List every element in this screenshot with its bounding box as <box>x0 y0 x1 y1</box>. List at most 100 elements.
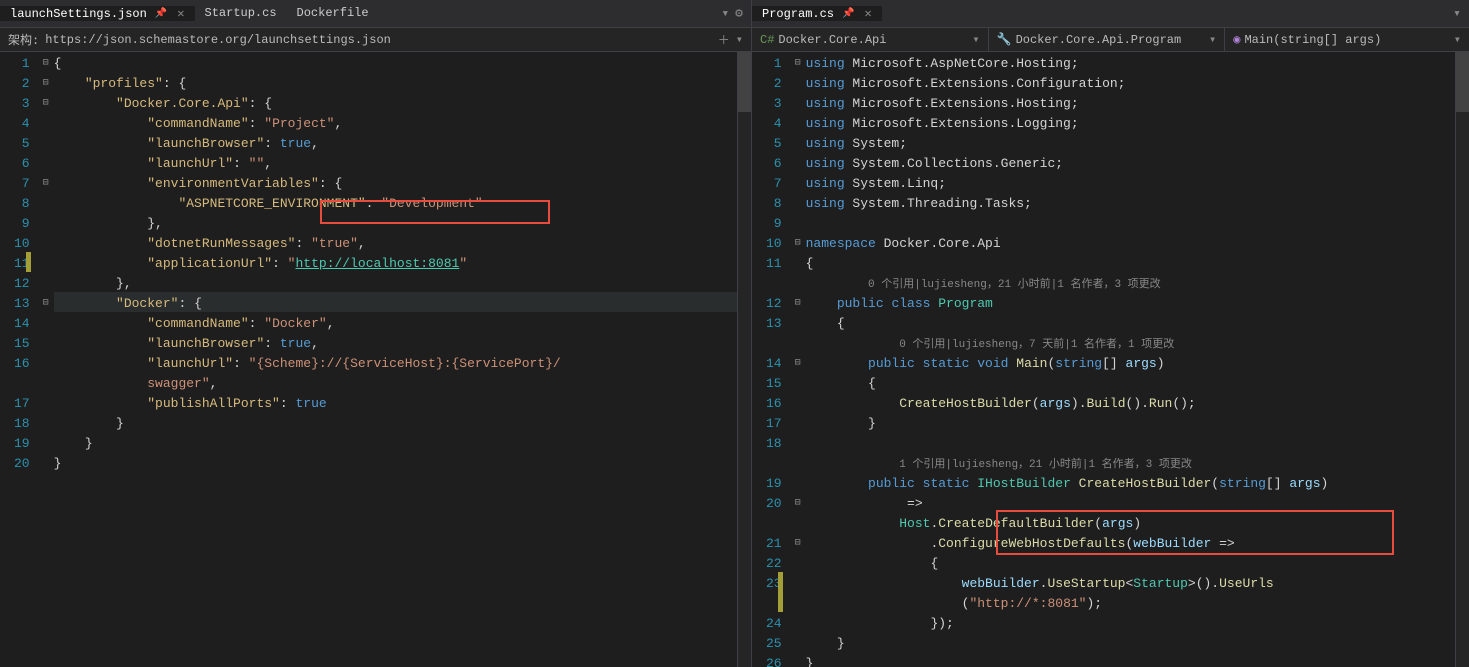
code-line[interactable]: 0 个引用|lujiesheng，7 天前|1 名作者，1 项更改 <box>806 334 1455 354</box>
code-line[interactable]: CreateHostBuilder(args).Build().Run(); <box>806 394 1455 414</box>
code-line[interactable]: 0 个引用|lujiesheng，21 小时前|1 名作者，3 项更改 <box>806 274 1455 294</box>
pin-icon[interactable]: 📌 <box>155 8 167 20</box>
code-line[interactable]: { <box>806 254 1455 274</box>
code-line[interactable]: using Microsoft.Extensions.Configuration… <box>806 74 1455 94</box>
code-line[interactable]: public static IHostBuilder CreateHostBui… <box>806 474 1455 494</box>
code-line[interactable] <box>806 214 1455 234</box>
code-line[interactable]: "commandName": "Docker", <box>54 314 737 334</box>
code-line[interactable]: using Microsoft.AspNetCore.Hosting; <box>806 54 1455 74</box>
tab-program-cs[interactable]: Program.cs📌✕ <box>752 6 882 21</box>
fold-toggle[interactable]: ⊟ <box>790 234 806 254</box>
code-line[interactable]: "Docker.Core.Api": { <box>54 94 737 114</box>
fold-toggle[interactable]: ⊟ <box>38 174 54 194</box>
code-line[interactable]: using System.Collections.Generic; <box>806 154 1455 174</box>
code-line[interactable]: .ConfigureWebHostDefaults(webBuilder => <box>806 534 1455 554</box>
code-line[interactable]: { <box>806 554 1455 574</box>
code-line[interactable]: "environmentVariables": { <box>54 174 737 194</box>
code-line[interactable]: "Docker": { <box>54 294 737 314</box>
code-line[interactable]: { <box>806 314 1455 334</box>
code-line[interactable]: using Microsoft.Extensions.Hosting; <box>806 94 1455 114</box>
code-line[interactable]: }, <box>54 274 737 294</box>
tab-startup-cs[interactable]: Startup.cs <box>195 6 287 20</box>
fold-toggle[interactable]: ⊟ <box>790 494 806 514</box>
code-editor-left[interactable]: 1234567891011121314151617181920 ⊟⊟⊟⊟⊟ { … <box>0 52 751 667</box>
tab-label: Dockerfile <box>297 6 369 20</box>
dropdown-icon[interactable]: ▾ <box>721 6 729 21</box>
change-marker <box>778 572 783 592</box>
line-gutter: 1234567891011121314151617181920212223242… <box>752 52 790 667</box>
code-line[interactable]: }); <box>806 614 1455 634</box>
code-line[interactable]: => <box>806 494 1455 514</box>
code-line[interactable]: "ASPNETCORE_ENVIRONMENT": "Development" <box>54 194 737 214</box>
code-line[interactable]: } <box>54 414 737 434</box>
dropdown-icon[interactable]: ▾ <box>1453 6 1461 21</box>
code-line[interactable]: ("http://*:8081"); <box>806 594 1455 614</box>
code-line[interactable]: "commandName": "Project", <box>54 114 737 134</box>
fold-toggle[interactable]: ⊟ <box>38 54 54 74</box>
code-line[interactable]: public class Program <box>806 294 1455 314</box>
code-line[interactable]: "launchUrl": "{Scheme}://{ServiceHost}:{… <box>54 354 737 374</box>
code-line[interactable] <box>806 434 1455 454</box>
code-line[interactable]: "dotnetRunMessages": "true", <box>54 234 737 254</box>
code-line[interactable]: namespace Docker.Core.Api <box>806 234 1455 254</box>
code-line[interactable]: "launchUrl": "", <box>54 154 737 174</box>
dropdown-icon[interactable]: ▾ <box>736 32 743 47</box>
code-area[interactable]: { "profiles": { "Docker.Core.Api": { "co… <box>54 52 737 667</box>
fold-toggle <box>790 174 806 194</box>
code-area[interactable]: using Microsoft.AspNetCore.Hosting;using… <box>806 52 1455 667</box>
code-line[interactable]: webBuilder.UseStartup<Startup>().UseUrls <box>806 574 1455 594</box>
code-line[interactable]: swagger", <box>54 374 737 394</box>
fold-toggle[interactable]: ⊟ <box>38 74 54 94</box>
fold-toggle[interactable]: ⊟ <box>790 294 806 314</box>
code-line[interactable]: "publishAllPorts": true <box>54 394 737 414</box>
plus-icon[interactable]: ＋ <box>718 31 730 48</box>
code-line[interactable]: using System.Threading.Tasks; <box>806 194 1455 214</box>
chevron-down-icon[interactable]: ▾ <box>972 32 979 47</box>
chevron-down-icon[interactable]: ▾ <box>1454 32 1461 47</box>
code-line[interactable]: using System.Linq; <box>806 174 1455 194</box>
fold-toggle[interactable]: ⊟ <box>38 94 54 114</box>
code-line[interactable]: } <box>806 414 1455 434</box>
scrollbar[interactable] <box>737 52 751 667</box>
code-line[interactable]: Host.CreateDefaultBuilder(args) <box>806 514 1455 534</box>
fold-gutter[interactable]: ⊟ ⊟ ⊟ ⊟ ⊟ ⊟ <box>790 52 806 667</box>
code-editor-right[interactable]: 1234567891011121314151617181920212223242… <box>752 52 1469 667</box>
fold-toggle <box>38 274 54 294</box>
gear-icon[interactable]: ⚙ <box>735 6 743 21</box>
nav-main-string-args-[interactable]: ◉ Main(string[] args)▾ <box>1225 28 1469 51</box>
code-line[interactable]: "launchBrowser": true, <box>54 134 737 154</box>
fold-toggle[interactable]: ⊟ <box>790 534 806 554</box>
code-line[interactable]: "applicationUrl": "http://localhost:8081… <box>54 254 737 274</box>
code-line[interactable]: "profiles": { <box>54 74 737 94</box>
schema-url[interactable]: https://json.schemastore.org/launchsetti… <box>45 33 712 47</box>
tab-launchsettings-json[interactable]: launchSettings.json📌✕ <box>0 6 195 21</box>
tab-overflow[interactable]: ▾ <box>1453 6 1469 21</box>
code-line[interactable]: } <box>806 654 1455 667</box>
nav-docker-core-api[interactable]: C# Docker.Core.Api▾ <box>752 28 989 51</box>
code-line[interactable]: using System; <box>806 134 1455 154</box>
scrollbar[interactable] <box>1455 52 1469 667</box>
pin-icon[interactable]: 📌 <box>842 8 854 20</box>
fold-toggle <box>790 614 806 634</box>
code-line[interactable]: { <box>54 54 737 74</box>
tab-overflow[interactable]: ▾ ⚙ <box>721 6 751 21</box>
code-line[interactable]: public static void Main(string[] args) <box>806 354 1455 374</box>
code-line[interactable]: } <box>54 434 737 454</box>
fold-toggle[interactable]: ⊟ <box>38 294 54 314</box>
code-line[interactable]: } <box>54 454 737 474</box>
code-line[interactable]: }, <box>54 214 737 234</box>
fold-toggle <box>790 254 806 274</box>
code-line[interactable]: } <box>806 634 1455 654</box>
code-line[interactable]: { <box>806 374 1455 394</box>
code-line[interactable]: using Microsoft.Extensions.Logging; <box>806 114 1455 134</box>
fold-toggle[interactable]: ⊟ <box>790 54 806 74</box>
close-icon[interactable]: ✕ <box>177 6 184 21</box>
fold-gutter[interactable]: ⊟⊟⊟⊟⊟ <box>38 52 54 667</box>
nav-docker-core-api-program[interactable]: 🔧 Docker.Core.Api.Program▾ <box>989 28 1226 51</box>
code-line[interactable]: "launchBrowser": true, <box>54 334 737 354</box>
tab-dockerfile[interactable]: Dockerfile <box>287 6 379 20</box>
code-line[interactable]: 1 个引用|lujiesheng，21 小时前|1 名作者，3 项更改 <box>806 454 1455 474</box>
close-icon[interactable]: ✕ <box>864 6 871 21</box>
fold-toggle[interactable]: ⊟ <box>790 354 806 374</box>
chevron-down-icon[interactable]: ▾ <box>1209 32 1216 47</box>
